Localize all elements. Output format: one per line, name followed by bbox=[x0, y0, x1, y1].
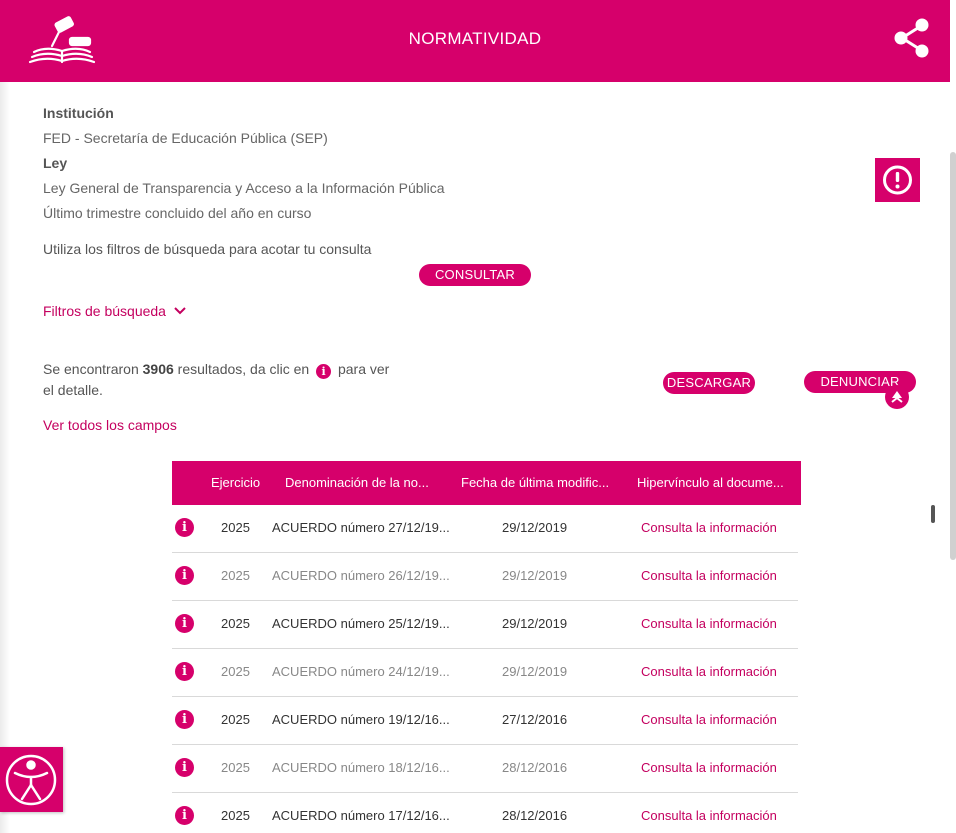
info-icon[interactable]: i bbox=[175, 518, 194, 537]
cell-year: 2025 bbox=[221, 808, 250, 823]
table-row: i 2025 ACUERDO número 18/12/16... 28/12/… bbox=[172, 745, 798, 793]
cell-name: ACUERDO número 24/12/19... bbox=[272, 664, 450, 679]
cell-date: 29/12/2019 bbox=[502, 568, 568, 583]
cell-name: ACUERDO número 17/12/16... bbox=[272, 808, 450, 823]
info-icon[interactable]: i bbox=[175, 614, 194, 633]
info-icon[interactable]: i bbox=[175, 662, 194, 681]
cell-date: 28/12/2016 bbox=[502, 760, 568, 775]
filters-hint: Utiliza los filtros de búsqueda para aco… bbox=[43, 241, 372, 257]
period-text: Último trimestre concluido del año en cu… bbox=[43, 205, 312, 221]
cell-year: 2025 bbox=[221, 760, 250, 775]
cell-link[interactable]: Consulta la información bbox=[641, 568, 777, 583]
cell-year: 2025 bbox=[221, 520, 250, 535]
table-header: Ejercicio Denominación de la no... Fecha… bbox=[172, 461, 801, 505]
cell-year: 2025 bbox=[221, 616, 250, 631]
exclamation-circle-icon bbox=[883, 165, 912, 195]
table-scroll-handle[interactable] bbox=[931, 505, 935, 523]
cell-link[interactable]: Consulta la información bbox=[641, 664, 777, 679]
cell-year: 2025 bbox=[221, 664, 250, 679]
cell-link[interactable]: Consulta la información bbox=[641, 808, 777, 823]
col-header-denominacion[interactable]: Denominación de la no... bbox=[285, 475, 429, 490]
cell-date: 29/12/2019 bbox=[502, 520, 568, 535]
cell-date: 29/12/2019 bbox=[502, 616, 568, 631]
col-header-hipervinculo[interactable]: Hipervínculo al docume... bbox=[637, 475, 784, 490]
accessibility-icon bbox=[5, 754, 57, 806]
accessibility-button[interactable] bbox=[0, 747, 63, 812]
cell-date: 27/12/2016 bbox=[502, 712, 568, 727]
cell-name: ACUERDO número 19/12/16... bbox=[272, 712, 450, 727]
col-header-ejercicio[interactable]: Ejercicio bbox=[211, 475, 260, 490]
consult-button[interactable]: CONSULTAR bbox=[419, 264, 531, 286]
left-edge-shadow bbox=[0, 82, 10, 833]
institution-value: FED - Secretaría de Educación Pública (S… bbox=[43, 130, 328, 146]
info-icon[interactable]: i bbox=[175, 806, 194, 825]
cell-link[interactable]: Consulta la información bbox=[641, 520, 777, 535]
table-row: i 2025 ACUERDO número 26/12/19... 29/12/… bbox=[172, 553, 798, 601]
results-middle: resultados, da clic en bbox=[177, 361, 310, 377]
page-scrollbar[interactable] bbox=[950, 152, 956, 560]
table-row: i 2025 ACUERDO número 17/12/16... 28/12/… bbox=[172, 793, 798, 833]
cell-name: ACUERDO número 27/12/19... bbox=[272, 520, 450, 535]
view-all-fields-link[interactable]: Ver todos los campos bbox=[43, 417, 177, 433]
chevron-down-icon bbox=[174, 307, 186, 315]
search-filters-label: Filtros de búsqueda bbox=[43, 303, 166, 319]
scroll-up-button[interactable] bbox=[885, 385, 909, 409]
cell-year: 2025 bbox=[221, 568, 250, 583]
cell-link[interactable]: Consulta la información bbox=[641, 760, 777, 775]
results-prefix: Se encontraron bbox=[43, 361, 139, 377]
law-value: Ley General de Transparencia y Acceso a … bbox=[43, 180, 445, 196]
page-title: NORMATIVIDAD bbox=[408, 29, 542, 48]
cell-name: ACUERDO número 26/12/19... bbox=[272, 568, 450, 583]
download-button[interactable]: DESCARGAR bbox=[663, 372, 755, 394]
info-icon[interactable]: i bbox=[175, 710, 194, 729]
cell-date: 28/12/2016 bbox=[502, 808, 568, 823]
table-row: i 2025 ACUERDO número 24/12/19... 29/12/… bbox=[172, 649, 798, 697]
table-row: i 2025 ACUERDO número 25/12/19... 29/12/… bbox=[172, 601, 798, 649]
header-bar: NORMATIVIDAD bbox=[0, 0, 950, 82]
alert-button[interactable] bbox=[875, 158, 920, 202]
share-icon[interactable] bbox=[893, 18, 929, 58]
cell-name: ACUERDO número 25/12/19... bbox=[272, 616, 450, 631]
cell-year: 2025 bbox=[221, 712, 250, 727]
institution-label: Institución bbox=[43, 105, 114, 121]
cell-link[interactable]: Consulta la información bbox=[641, 712, 777, 727]
cell-date: 29/12/2019 bbox=[502, 664, 568, 679]
law-label: Ley bbox=[43, 155, 68, 171]
cell-name: ACUERDO número 18/12/16... bbox=[272, 760, 450, 775]
search-filters-toggle[interactable]: Filtros de búsqueda bbox=[43, 303, 187, 319]
results-summary: Se encontraron 3906 resultados, da clic … bbox=[43, 359, 393, 401]
table-row: i 2025 ACUERDO número 19/12/16... 27/12/… bbox=[172, 697, 798, 745]
info-icon: i bbox=[316, 364, 332, 379]
col-header-fecha[interactable]: Fecha de última modific... bbox=[461, 475, 609, 490]
arrow-up-icon bbox=[891, 391, 903, 403]
info-icon[interactable]: i bbox=[175, 758, 194, 777]
table-row: i 2025 ACUERDO número 27/12/19... 29/12/… bbox=[172, 505, 798, 553]
results-count: 3906 bbox=[142, 361, 174, 377]
cell-link[interactable]: Consulta la información bbox=[641, 616, 777, 631]
info-icon[interactable]: i bbox=[175, 566, 194, 585]
